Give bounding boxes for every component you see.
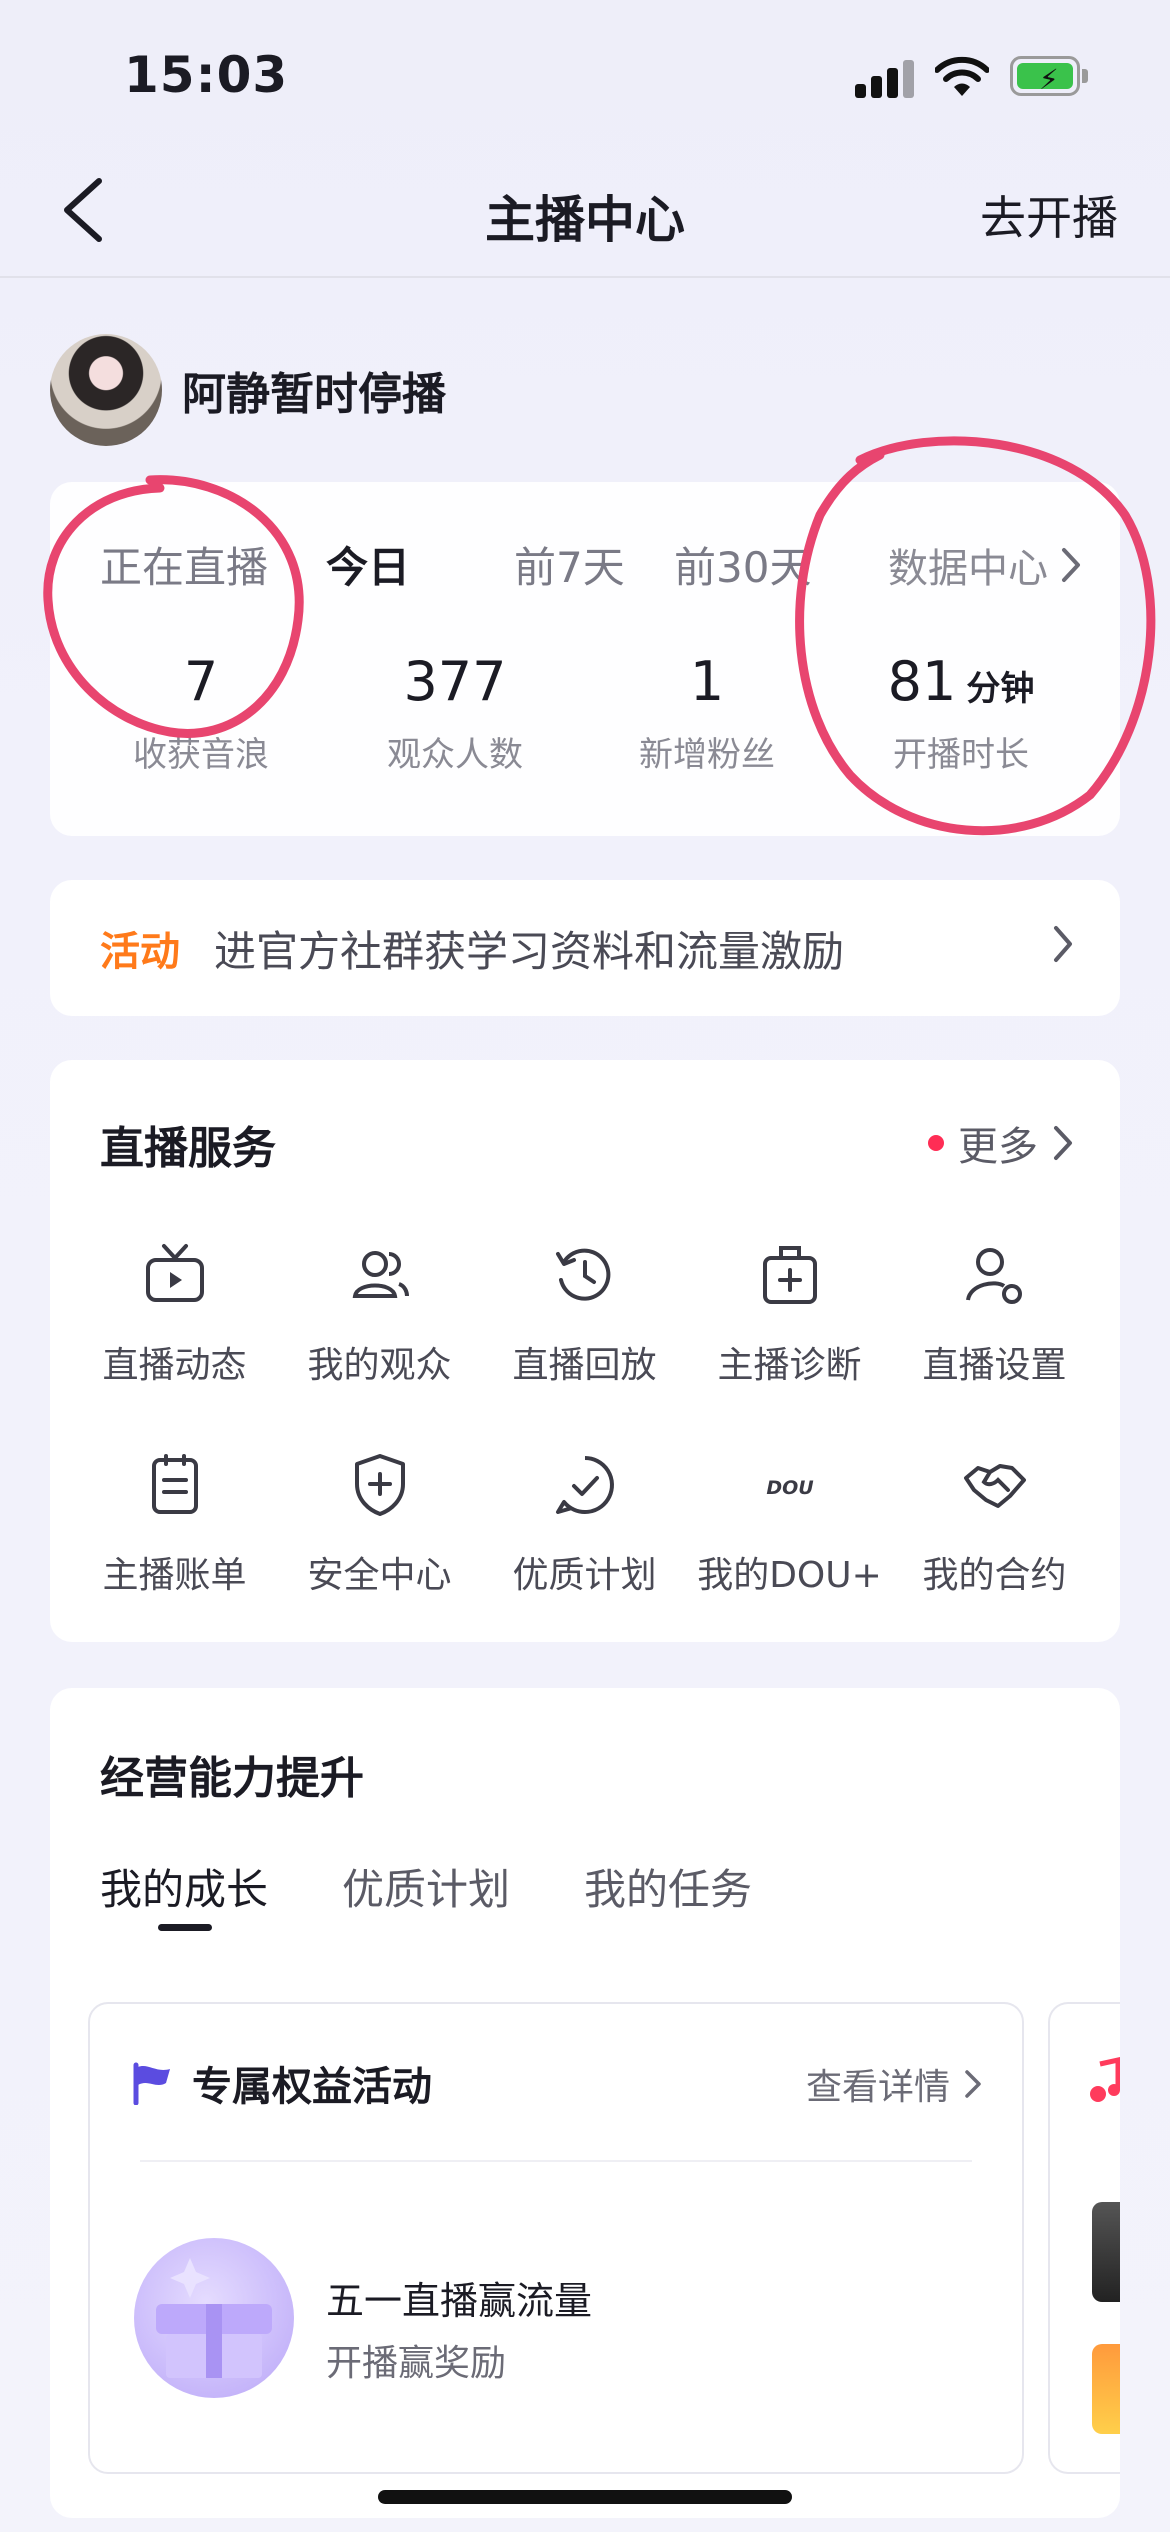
stat-viewers[interactable]: 377 观众人数 [330,650,580,776]
stat-label: 新增粉丝 [639,735,775,775]
divider [140,2160,972,2162]
activity-text: 进官方社群获学习资料和流量激励 [214,926,845,976]
tv-icon [145,1244,204,1302]
data-center-label: 数据中心 [888,546,1048,592]
shield-plus-icon [354,1454,405,1516]
section-title: 经营能力提升 [100,1753,364,1804]
dou-plus-icon: DOU [766,1477,814,1499]
tab-today[interactable]: 今日 [326,534,410,595]
section-title: 直播服务 [100,1123,276,1174]
music-note-icon [1090,2056,1120,2102]
service-label: 我的DOU+ [697,1555,882,1596]
service-contract[interactable]: 我的合约 [892,1450,1097,1598]
activity-tag: 活动 [100,929,180,975]
stat-value: 81 [887,650,957,713]
more-link[interactable]: 更多 [928,1114,1074,1172]
stat-value-row: 81 分钟 [836,650,1086,713]
service-dou-plus[interactable]: DOU 我的DOU+ [687,1450,892,1598]
tab-live-now[interactable]: 正在直播 [100,534,268,595]
benefit-activity-card[interactable]: 专属权益活动 查看详情 五一直播赢流量 开播赢奖励 [88,2002,1024,2474]
stat-new-fans[interactable]: 1 新增粉丝 [582,650,832,776]
service-security[interactable]: 安全中心 [277,1450,482,1598]
stat-label: 收获音浪 [133,735,269,775]
stat-live-duration[interactable]: 81 分钟 开播时长 [836,650,1086,776]
medical-kit-icon [762,1246,817,1304]
wifi-icon [935,56,989,96]
stat-value: 1 [689,650,725,713]
check-circle-icon [555,1456,614,1514]
tab-my-growth[interactable]: 我的成长 [100,1856,268,1917]
tab-7-days[interactable]: 前7天 [514,534,625,595]
view-details-link[interactable]: 查看详情 [806,2058,982,2110]
service-diagnosis[interactable]: 主播诊断 [687,1240,892,1388]
next-card-peek[interactable] [1048,2002,1120,2474]
audience-icon [352,1251,409,1298]
chevron-right-icon [1054,926,1072,962]
gift-box-shape [156,2258,272,2378]
profile-row[interactable]: 阿静暂时停播 [50,334,446,446]
home-indicator[interactable] [378,2490,792,2504]
status-bar: 15:03 ⚡ [0,0,1170,150]
activity-banner[interactable]: 活动 进官方社群获学习资料和流量激励 [50,880,1120,1016]
status-time: 15:03 [124,46,289,104]
flag-icon [133,2062,170,2105]
user-settings-icon [965,1248,1022,1304]
replay-icon [555,1248,610,1301]
stat-sound-waves[interactable]: 7 收获音浪 [76,650,326,776]
stat-unit: 分钟 [966,669,1035,709]
gift-icon [134,2238,294,2398]
avatar[interactable] [50,334,162,446]
stat-label: 观众人数 [387,735,523,775]
service-my-audience[interactable]: 我的观众 [277,1240,482,1388]
cellular-signal-icon [855,58,915,98]
service-label: 我的观众 [307,1345,452,1386]
battery-icon: ⚡ [1010,56,1088,96]
chevron-right-icon [1054,1126,1072,1160]
promo-title: 五一直播赢流量 [326,2279,593,2323]
bill-icon [151,1454,198,1514]
tab-30-days[interactable]: 前30天 [674,534,811,595]
notification-dot [928,1135,944,1151]
service-bill[interactable]: 主播账单 [72,1450,277,1598]
promo-subtitle: 开播赢奖励 [326,2343,507,2384]
service-quality-plan[interactable]: 优质计划 [482,1450,687,1598]
tab-quality-plan[interactable]: 优质计划 [342,1856,510,1917]
dou-icon-text: DOU [766,1477,814,1499]
stat-value: 377 [403,650,507,713]
service-label: 直播回放 [512,1345,657,1386]
service-live-settings[interactable]: 直播设置 [892,1240,1097,1388]
tab-my-tasks[interactable]: 我的任务 [584,1856,752,1917]
handshake-icon [963,1464,1026,1508]
service-live-updates[interactable]: 直播动态 [72,1240,277,1388]
live-services-card: 直播服务 更多 直播动态 我的观众 直播回放 主播诊断 直播设置 主播账单 安全… [50,1060,1120,1642]
service-label: 我的合约 [922,1555,1067,1596]
nav-bar: 主播中心 去开播 [0,150,1170,278]
service-label: 直播设置 [922,1345,1067,1386]
benefit-title: 专属权益活动 [192,2064,432,2110]
stat-value: 7 [183,650,219,713]
view-details-label: 查看详情 [805,2067,950,2108]
service-label: 直播动态 [102,1345,247,1386]
stats-card: 正在直播 今日 前7天 前30天 数据中心 7 收获音浪 377 观众人数 1 … [50,482,1120,836]
chevron-right-icon [965,2070,981,2098]
thumbnail [1092,2344,1120,2434]
active-tab-indicator [158,1924,212,1931]
growth-card: 经营能力提升 我的成长 优质计划 我的任务 专属权益活动 查看详情 五一直播赢流… [50,1688,1120,2518]
service-label: 主播账单 [102,1555,247,1596]
service-label: 安全中心 [307,1555,452,1596]
service-label: 优质计划 [512,1555,657,1596]
service-replay[interactable]: 直播回放 [482,1240,687,1388]
stat-label: 开播时长 [893,735,1029,775]
service-label: 主播诊断 [717,1345,862,1386]
chevron-right-icon [1062,548,1080,582]
thumbnail [1092,2202,1120,2302]
benefit-header: 专属权益活动 [130,2054,432,2112]
data-center-link[interactable]: 数据中心 [888,536,1082,594]
profile-name: 阿静暂时停播 [182,369,446,420]
more-label: 更多 [958,1124,1038,1170]
go-live-button[interactable]: 去开播 [980,182,1118,248]
